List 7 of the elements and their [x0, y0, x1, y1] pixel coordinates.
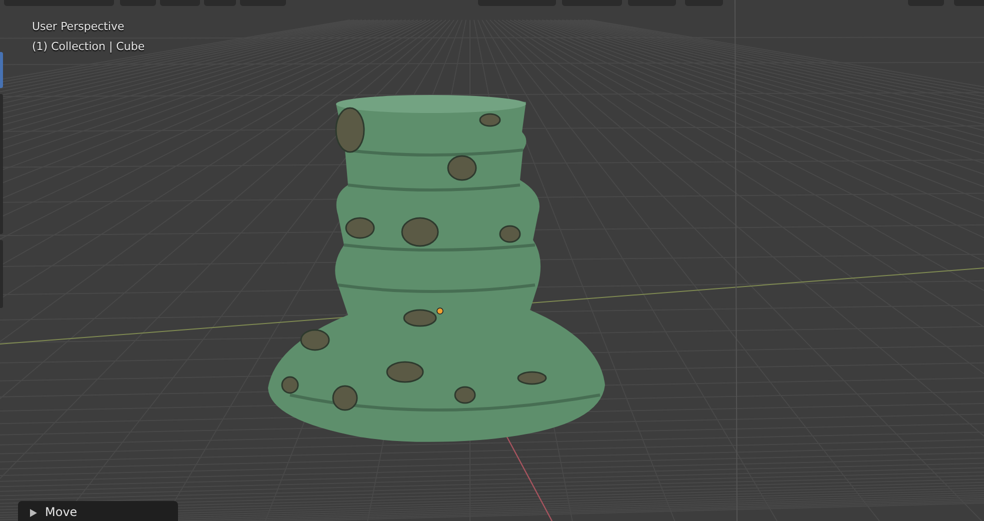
tool-button[interactable]: [0, 52, 3, 88]
object-origin-icon: [436, 308, 444, 314]
move-panel-header[interactable]: Move: [18, 501, 178, 521]
3d-viewport[interactable]: User Perspective (1) Collection | Cube Move: [0, 0, 984, 521]
disclosure-triangle-icon: [30, 509, 37, 517]
view-name-label: User Perspective: [32, 19, 126, 35]
object-info-label: (1) Collection | Cube: [32, 39, 145, 55]
